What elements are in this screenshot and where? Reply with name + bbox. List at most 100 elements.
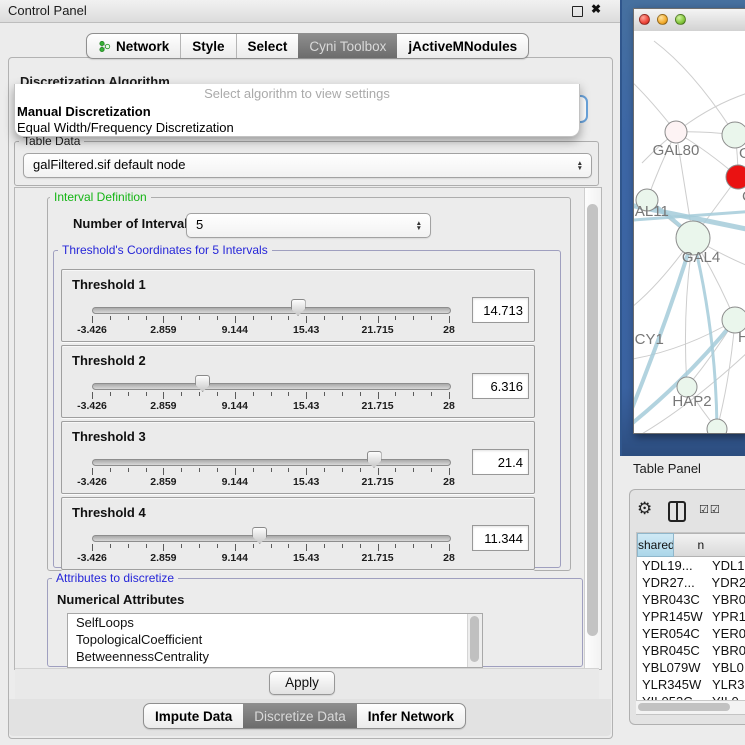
zoom-traffic-light-icon[interactable]	[675, 14, 686, 25]
tab-impute-data[interactable]: Impute Data	[144, 704, 243, 728]
slider-tick	[146, 468, 147, 472]
table-row[interactable]: YBR045CYBR0	[637, 642, 745, 659]
threshold-label: Threshold 2	[72, 353, 146, 368]
network-node-label: HAP2	[672, 393, 711, 410]
table-cell-shared-name[interactable]: YLR345W	[637, 676, 708, 693]
threshold-value-field[interactable]	[472, 297, 529, 323]
slider-tick-label: 9.144	[222, 324, 248, 336]
attribute-list-item[interactable]: TopologicalCoefficient	[68, 631, 482, 648]
slider-tick	[306, 316, 307, 323]
tab-select[interactable]: Select	[236, 34, 299, 58]
table-row[interactable]: YLR345WYLR3	[637, 676, 745, 693]
slider-tick	[181, 544, 182, 548]
dropdown-item-manual-discretization[interactable]: Manual Discretization	[15, 104, 579, 120]
cyni-bottom-tabstrip: Impute Data Discretize Data Infer Networ…	[143, 703, 466, 729]
table-row[interactable]: YPR145WYPR1	[637, 608, 745, 625]
table-cell-name[interactable]: YBR0	[708, 591, 745, 608]
slider-tick-label: 9.144	[222, 400, 248, 412]
network-canvas[interactable]: GAL80GACGAL11GAL4GCY1HHAP2	[634, 31, 745, 433]
slider-tick	[146, 316, 147, 320]
network-window-titlebar[interactable]	[634, 9, 745, 32]
close-icon[interactable]: ✖	[591, 2, 601, 16]
tab-discretize-data[interactable]: Discretize Data	[243, 704, 357, 728]
table-hscrollbar-thumb[interactable]	[638, 703, 730, 711]
slider-tick	[378, 544, 379, 551]
float-window-icon[interactable]	[572, 6, 583, 17]
attribute-list-item[interactable]: SelfLoops	[68, 614, 482, 631]
minimize-traffic-light-icon[interactable]	[657, 14, 668, 25]
column-header-name[interactable]: n	[674, 533, 745, 557]
table-cell-name[interactable]: YBL0	[708, 659, 744, 676]
table-row[interactable]: YDR27...YDR2	[637, 574, 745, 591]
checkboxes-icon[interactable]: ☑☑	[699, 503, 721, 516]
threshold-3-panel: Threshold 3 -3.4262.8599.14415.4321.7152…	[61, 421, 535, 494]
table-cell-name[interactable]: YPR1	[708, 608, 745, 625]
list-scrollbar-thumb[interactable]	[470, 616, 479, 662]
slider-track[interactable]	[92, 383, 451, 390]
table-cell-shared-name[interactable]: YBR045C	[637, 642, 708, 659]
slider-tick	[288, 468, 289, 472]
settings-scrollbar-thumb[interactable]	[587, 204, 598, 636]
network-node[interactable]	[726, 165, 745, 189]
tab-jactivemnodules[interactable]: jActiveMNodules	[397, 34, 528, 58]
slider-tick	[146, 392, 147, 396]
threshold-value-field[interactable]	[472, 373, 529, 399]
slider-track[interactable]	[92, 307, 451, 314]
tab-network[interactable]: Network	[87, 34, 180, 58]
slider-tick	[324, 392, 325, 396]
slider-tick	[92, 468, 93, 475]
table-row[interactable]: YER054CYER0	[637, 625, 745, 642]
split-columns-icon[interactable]	[668, 501, 686, 522]
table-cell-name[interactable]: YDL1	[708, 557, 745, 574]
slider-tick	[163, 468, 164, 475]
column-header-shared-name[interactable]: shared...	[637, 533, 674, 557]
table-cell-shared-name[interactable]: YER054C	[637, 625, 708, 642]
number-of-intervals-label: Number of Intervals	[73, 216, 195, 231]
slider-tick-label: 15.43	[293, 476, 319, 488]
slider-tick	[92, 316, 93, 323]
threshold-value-field[interactable]	[472, 449, 529, 475]
tab-infer-network[interactable]: Infer Network	[357, 704, 465, 728]
network-node[interactable]	[665, 121, 687, 143]
slider-tick	[431, 468, 432, 472]
table-data-group: Table Data galFiltered.sif default node …	[14, 141, 599, 186]
table-cell-shared-name[interactable]: YDR27...	[637, 574, 708, 591]
table-cell-shared-name[interactable]: YDL19...	[637, 557, 708, 574]
settings-scrollbar[interactable]	[584, 188, 601, 669]
table-hscrollbar[interactable]	[636, 700, 745, 714]
list-scrollbar[interactable]	[467, 614, 482, 667]
number-of-intervals-combobox[interactable]: 5 ▲▼	[186, 213, 431, 238]
table-cell-shared-name[interactable]: YBR043C	[637, 591, 708, 608]
attribute-list-item[interactable]: BetweennessCentrality	[68, 648, 482, 665]
table-cell-name[interactable]: YDR2	[708, 574, 745, 591]
close-traffic-light-icon[interactable]	[639, 14, 650, 25]
tab-cyni-toolbox[interactable]: Cyni Toolbox	[298, 34, 397, 58]
table-panel-title: Table Panel	[633, 461, 701, 476]
table-cell-shared-name[interactable]: YBL079W	[637, 659, 708, 676]
network-node[interactable]	[707, 419, 727, 433]
threshold-value-field[interactable]	[472, 525, 529, 551]
table-row[interactable]: YBL079WYBL0	[637, 659, 745, 676]
gear-icon[interactable]: ⚙	[637, 499, 652, 519]
table-row[interactable]: YBR043CYBR0	[637, 591, 745, 608]
threshold-4-panel: Threshold 4 -3.4262.8599.14415.4321.7152…	[61, 497, 535, 570]
table-cell-name[interactable]: YER0	[708, 625, 745, 642]
table-cell-shared-name[interactable]: YPR145W	[637, 608, 708, 625]
slider-tick-label: 15.43	[293, 324, 319, 336]
slider-tick	[378, 468, 379, 475]
table-cell-name[interactable]: YBR0	[708, 642, 745, 659]
table-data-combobox[interactable]: galFiltered.sif default node ▲▼	[23, 153, 592, 178]
control-panel-titlebar: Control Panel ✖	[0, 0, 620, 23]
table-row[interactable]: YDL19...YDL1	[637, 557, 745, 574]
tab-label: Infer Network	[368, 705, 454, 728]
slider-tick	[413, 544, 414, 548]
slider-track[interactable]	[92, 535, 451, 542]
table-cell-name[interactable]: YLR3	[708, 676, 745, 693]
slider-tick	[199, 392, 200, 396]
slider-tick	[342, 468, 343, 472]
apply-button[interactable]: Apply	[269, 671, 335, 695]
slider-tick	[342, 316, 343, 320]
tab-style[interactable]: Style	[180, 34, 235, 58]
slider-track[interactable]	[92, 459, 451, 466]
dropdown-item-equal-width[interactable]: Equal Width/Frequency Discretization	[15, 120, 579, 136]
